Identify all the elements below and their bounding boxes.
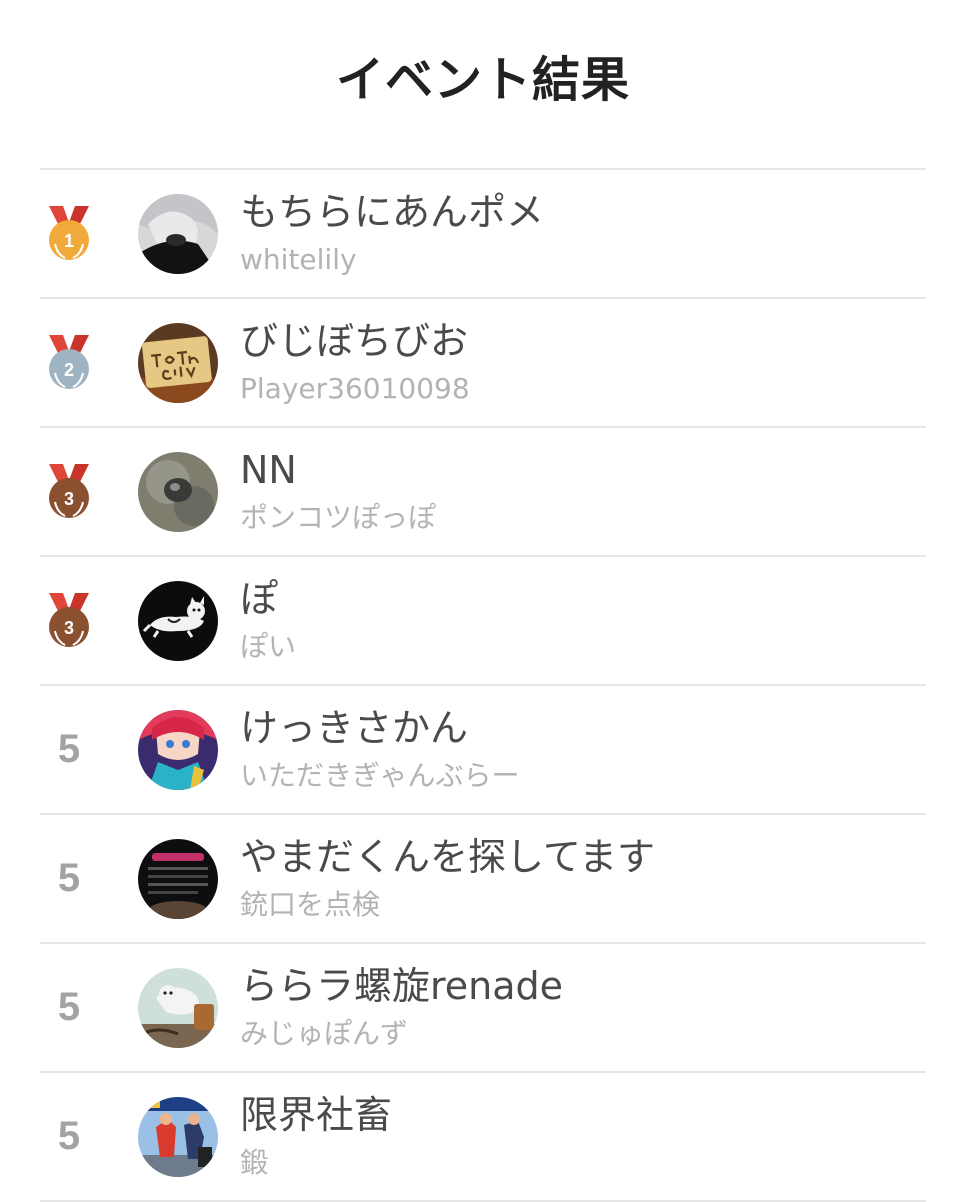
rank-cell: 5: [40, 1073, 98, 1200]
list-item[interactable]: 2 びじぼちびお Player36010098: [40, 299, 926, 428]
player-name: 限界社畜: [240, 1093, 393, 1137]
player-name: ぽ: [240, 577, 279, 621]
rank-number: 5: [57, 856, 81, 900]
player-sub-name: ポンコツぽっぽ: [240, 501, 437, 534]
rank-number: 5: [57, 1114, 81, 1158]
bronze-medal-icon: 3: [45, 462, 93, 522]
page-title: イベント結果: [335, 52, 630, 108]
bronze-medal-icon: 3: [45, 591, 93, 651]
player-sub-name: 鍛: [240, 1146, 269, 1179]
avatar[interactable]: [138, 1097, 218, 1177]
player-name: けっきさかん: [240, 706, 469, 750]
rank-number: 5: [57, 727, 81, 771]
player-name: もちらにあんポメ: [240, 190, 545, 234]
avatar[interactable]: [138, 839, 218, 919]
medal-rank-text: 3: [64, 618, 74, 638]
list-item[interactable]: 5 限界社畜 鍛: [40, 1073, 926, 1202]
player-sub-name: ぽい: [240, 630, 297, 663]
avatar[interactable]: [138, 581, 218, 661]
player-sub-name: いただきぎゃんぶらー: [240, 759, 520, 792]
silver-medal-icon: 2: [45, 333, 93, 393]
avatar[interactable]: [138, 452, 218, 532]
player-name: やまだくんを探してます: [240, 835, 655, 879]
avatar[interactable]: [138, 194, 218, 274]
player-sub-name: 銃口を点検: [240, 888, 381, 921]
list-item[interactable]: 3 NN ポンコツぽっぽ: [40, 428, 926, 557]
medal-rank-text: 3: [64, 489, 74, 509]
list-item[interactable]: 3 ぽ ぽい: [40, 557, 926, 686]
player-name: びじぼちびお: [240, 319, 469, 363]
results-list: 1 もちらにあんポメ whitelily 2 びじぼちびお Player3601…: [40, 168, 926, 1202]
list-item[interactable]: 5 けっきさかん いただきぎゃんぶらー: [40, 686, 926, 815]
player-sub-name: whitelily: [240, 243, 357, 276]
rank-cell: 5: [40, 815, 98, 942]
player-name: NN: [240, 448, 297, 492]
rank-cell: 3: [40, 557, 98, 684]
avatar[interactable]: [138, 710, 218, 790]
avatar[interactable]: [138, 968, 218, 1048]
list-item[interactable]: 5 ららラ螺旋renade みじゅぽんず: [40, 944, 926, 1073]
rank-cell: 5: [40, 686, 98, 813]
player-name: ららラ螺旋renade: [240, 964, 564, 1008]
rank-cell: 2: [40, 299, 98, 426]
medal-rank-text: 2: [64, 360, 74, 380]
player-sub-name: Player36010098: [240, 372, 470, 405]
gold-medal-icon: 1: [45, 204, 93, 264]
rank-number: 5: [57, 985, 81, 1029]
avatar[interactable]: [138, 323, 218, 403]
rank-cell: 3: [40, 428, 98, 555]
list-item[interactable]: 5 やまだくんを探してます 銃口を点検: [40, 815, 926, 944]
player-sub-name: みじゅぽんず: [240, 1017, 409, 1050]
rank-cell: 1: [40, 170, 98, 297]
list-item[interactable]: 1 もちらにあんポメ whitelily: [40, 170, 926, 299]
rank-cell: 5: [40, 944, 98, 1071]
medal-rank-text: 1: [64, 231, 74, 251]
